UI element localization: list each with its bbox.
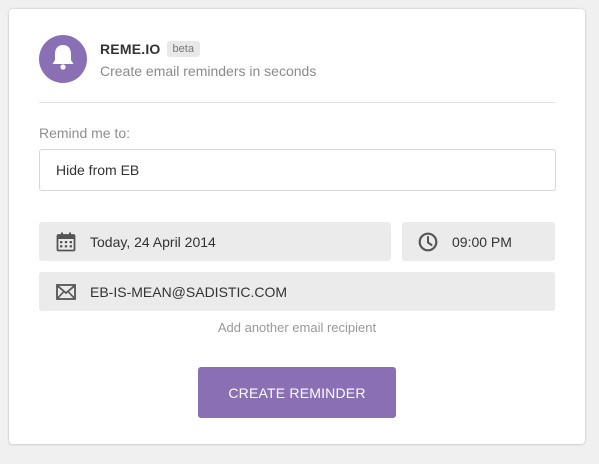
time-picker[interactable]: 09:00 PM — [402, 222, 555, 261]
task-input[interactable] — [39, 149, 556, 191]
app-logo — [39, 35, 87, 83]
email-recipient-field[interactable]: EB-IS-MEAN@SADISTIC.COM — [39, 272, 555, 311]
header-divider — [39, 102, 555, 103]
date-value: Today, 24 April 2014 — [90, 233, 216, 250]
calendar-icon — [55, 231, 77, 253]
app-tagline: Create email reminders in seconds — [100, 63, 317, 79]
email-value: EB-IS-MEAN@SADISTIC.COM — [90, 283, 288, 300]
date-picker[interactable]: Today, 24 April 2014 — [39, 222, 391, 261]
app-name: REME.IO — [100, 41, 161, 57]
envelope-icon — [55, 281, 77, 303]
brand: REME.IO beta — [100, 41, 200, 57]
time-value: 09:00 PM — [452, 233, 512, 250]
create-reminder-button[interactable]: CREATE REMINDER — [198, 367, 396, 418]
reminder-card: REME.IO beta Create email reminders in s… — [9, 9, 585, 444]
remind-label: Remind me to: — [39, 125, 131, 141]
clock-icon — [417, 231, 439, 253]
add-recipient-link[interactable]: Add another email recipient — [39, 320, 555, 335]
bell-icon — [50, 43, 76, 76]
beta-badge: beta — [166, 41, 200, 57]
